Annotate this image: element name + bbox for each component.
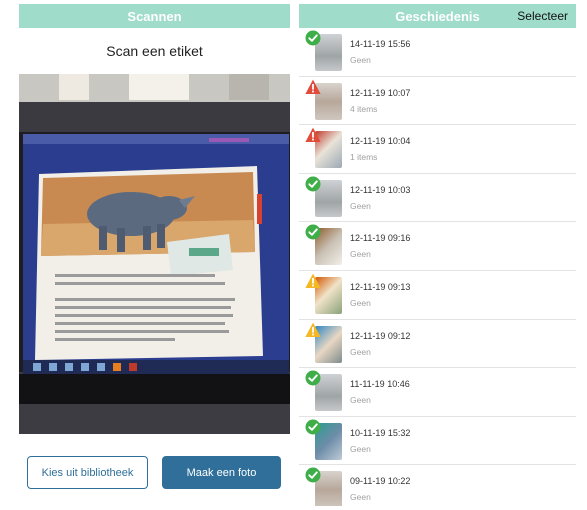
history-date: 11-11-19 10:46 xyxy=(350,379,410,390)
history-date: 12-11-19 09:16 xyxy=(350,233,411,244)
check-icon xyxy=(305,176,321,192)
history-date: 12-11-19 10:03 xyxy=(350,184,411,195)
history-list[interactable]: 14-11-19 15:56 Geen 12-11-19 10:07 4 items 1… xyxy=(299,28,576,506)
history-row[interactable]: 11-11-19 10:46 Geen xyxy=(299,368,576,417)
camera-preview-image xyxy=(19,74,290,434)
history-status: Geen xyxy=(350,395,371,406)
history-row[interactable]: 12-11-19 10:04 1 items xyxy=(299,125,576,174)
scan-actions: Kies uit bibliotheek Maak een foto xyxy=(19,456,290,489)
take-photo-button[interactable]: Maak een foto xyxy=(162,456,281,489)
scan-heading: Scan een etiket xyxy=(106,43,203,59)
history-row[interactable]: 12-11-19 10:03 Geen xyxy=(299,174,576,223)
history-status: Geen xyxy=(350,443,371,454)
scan-tab-title: Scannen xyxy=(127,8,182,24)
camera-preview[interactable] xyxy=(19,74,290,434)
history-status: 4 items xyxy=(350,103,378,114)
history-row[interactable]: 14-11-19 15:56 Geen xyxy=(299,28,576,77)
check-icon xyxy=(305,30,321,46)
warning-icon xyxy=(305,322,321,338)
choose-library-label: Kies uit bibliotheek xyxy=(41,466,134,479)
take-photo-label: Maak een foto xyxy=(186,466,257,479)
select-button[interactable]: Selecteer xyxy=(517,9,568,23)
history-date: 12-11-19 09:13 xyxy=(350,281,411,292)
scan-panel: Scannen Scan een etiket Kies uit bibliot… xyxy=(19,4,290,506)
history-status: Geen xyxy=(350,55,371,65)
history-status: Geen xyxy=(350,346,371,357)
history-date: 12-11-19 10:07 xyxy=(350,87,411,98)
history-date: 09-11-19 10:22 xyxy=(350,476,411,487)
history-tab-title[interactable]: Geschiedenis xyxy=(395,9,480,24)
history-row[interactable]: 12-11-19 09:13 Geen xyxy=(299,271,576,320)
history-header: Geschiedenis Selecteer xyxy=(299,4,576,28)
history-date: 14-11-19 15:56 xyxy=(350,39,411,49)
choose-library-button[interactable]: Kies uit bibliotheek xyxy=(27,456,148,489)
history-status: 1 items xyxy=(350,152,378,163)
warning-icon xyxy=(305,273,321,289)
check-icon xyxy=(305,224,321,240)
history-row[interactable]: 09-11-19 10:22 Geen xyxy=(299,465,576,506)
history-status: Geen xyxy=(350,200,371,211)
history-row[interactable]: 12-11-19 09:16 Geen xyxy=(299,222,576,271)
history-panel: Geschiedenis Selecteer 14-11-19 15:56 Gee… xyxy=(299,4,576,506)
scan-tab-header[interactable]: Scannen xyxy=(19,4,290,28)
history-row[interactable]: 10-11-19 15:32 Geen xyxy=(299,417,576,466)
error-icon xyxy=(305,127,321,143)
history-status: Geen xyxy=(350,492,371,503)
history-date: 12-11-19 09:12 xyxy=(350,330,411,341)
history-row[interactable]: 12-11-19 10:07 4 items xyxy=(299,77,576,126)
check-icon xyxy=(305,370,321,386)
history-date: 10-11-19 15:32 xyxy=(350,427,411,438)
history-date: 12-11-19 10:04 xyxy=(350,136,411,147)
history-status: Geen xyxy=(350,297,371,308)
error-icon xyxy=(305,79,321,95)
history-row[interactable]: 12-11-19 09:12 Geen xyxy=(299,320,576,369)
check-icon xyxy=(305,419,321,435)
history-status: Geen xyxy=(350,249,371,260)
check-icon xyxy=(305,467,321,483)
